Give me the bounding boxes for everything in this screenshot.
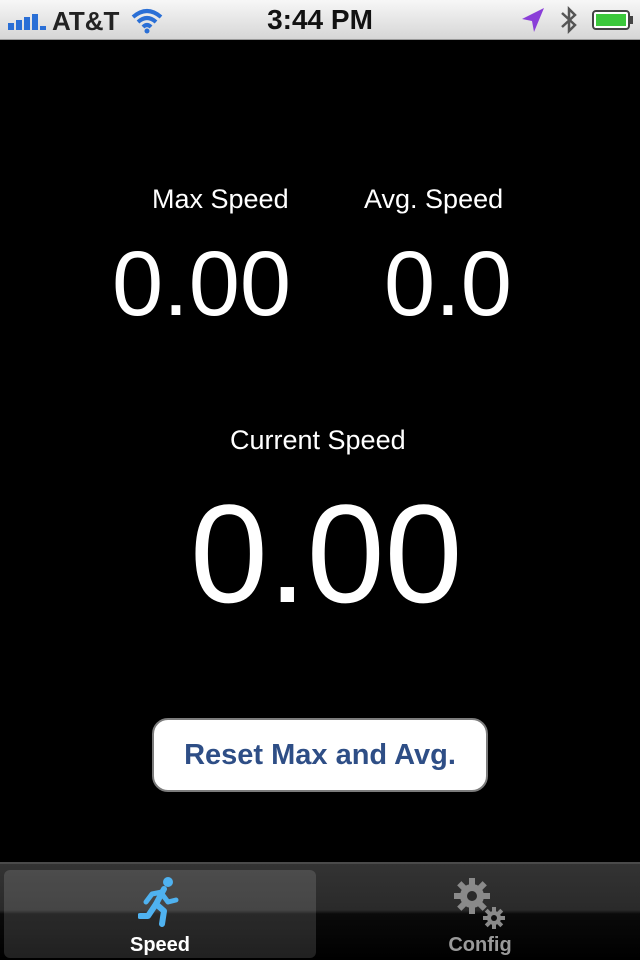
tab-speed[interactable]: Speed (4, 870, 316, 958)
status-bar: AT&T 3:44 PM (0, 0, 640, 40)
tab-config-label: Config (448, 934, 512, 956)
max-speed-label: Max Speed (152, 184, 289, 214)
avg-speed-label: Avg. Speed (364, 184, 504, 214)
tab-config[interactable]: Config (324, 870, 636, 958)
tab-speed-label: Speed (129, 934, 191, 956)
current-speed-value: 0.00 (190, 475, 463, 632)
avg-speed-value: 0.0 (384, 233, 512, 335)
battery-icon (592, 10, 633, 30)
running-man-icon (138, 877, 179, 927)
location-arrow-icon (522, 8, 544, 32)
tab-bar: Speed Config (0, 862, 640, 960)
gears-icon (454, 878, 505, 929)
max-speed-value: 0.00 (112, 233, 292, 335)
bluetooth-icon (561, 5, 577, 35)
current-speed-label: Current Speed (230, 425, 406, 455)
reset-max-avg-button[interactable]: Reset Max and Avg. (152, 718, 488, 792)
